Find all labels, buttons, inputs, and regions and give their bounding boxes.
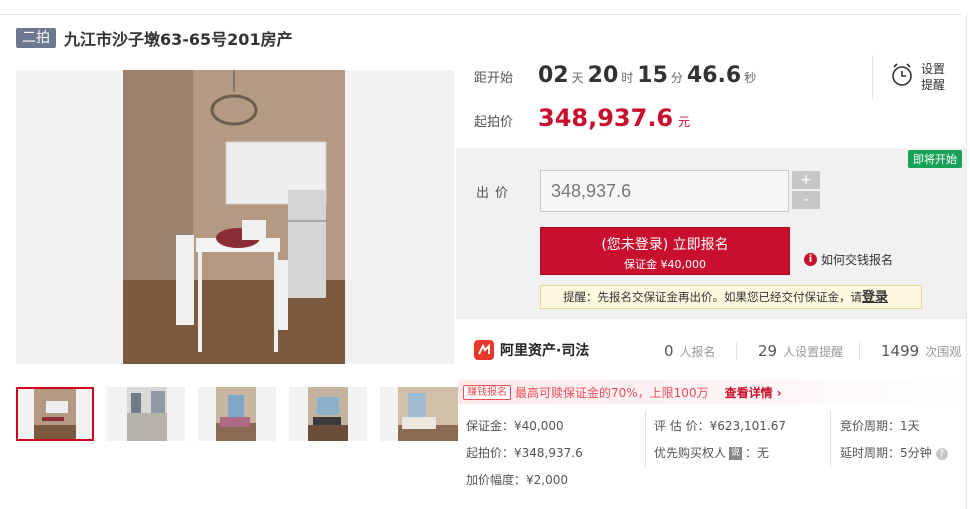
reminder-label-line1: 设置 (921, 62, 946, 76)
deposit-info: 保证金：¥40,000 (466, 419, 564, 433)
brand-name: 阿里资产·司法 (500, 343, 590, 359)
start-price-value: 348,937.6 (538, 104, 674, 132)
title-row: 二拍 九江市沙子墩63-65号201房产 (16, 26, 293, 50)
promo-details-link[interactable]: 查看详情 › (725, 384, 782, 401)
brand-logo: 阿里资产·司法 (474, 340, 589, 360)
signup-count-label: 人报名 (679, 345, 716, 359)
auction-cycle-info: 竞价周期：1天 (840, 419, 920, 433)
priority-buyer-value: ：无 (745, 446, 770, 460)
reminder-label: 设置 提醒 (921, 61, 949, 93)
thumbnail[interactable] (107, 387, 185, 441)
help-question-icon[interactable]: ? (935, 447, 948, 460)
reminder-count: 29 人设置提醒 (758, 342, 843, 360)
main-photo[interactable] (16, 70, 454, 364)
login-tip: 提醒：先报名交保证金再出价。如果您已经交付保证金，请登录 (540, 285, 922, 309)
right-divider (966, 14, 967, 509)
reminder-label-line2: 提醒 (921, 78, 946, 92)
alarm-clock-icon (891, 63, 913, 91)
set-reminder-button[interactable]: 设置 提醒 (872, 55, 962, 99)
bid-panel: 即将开始 出价 348,937.6 + - (您未登录) 立即报名 保证金 ¥4… (456, 148, 966, 319)
countdown-seconds: 46.6 (686, 63, 742, 88)
detail-divider (830, 410, 831, 468)
priority-note-icon[interactable]: 说 (729, 447, 743, 460)
countdown-hours-unit: 时 (621, 71, 634, 85)
delay-cycle-label: 延时周期：5分钟 (840, 446, 932, 460)
decrease-bid-button[interactable]: - (792, 191, 820, 209)
countdown-hours: 20 (587, 63, 619, 88)
promo-banner: 赚钱报名 最高可赎保证金的70%，上限100万 查看详情 › (458, 380, 966, 404)
countdown-minutes: 15 (637, 63, 668, 88)
signup-deposit-label: 保证金 ¥40,000 (624, 258, 706, 271)
delay-cycle-info: 延时周期：5分钟? (840, 444, 948, 461)
increase-bid-button[interactable]: + (792, 171, 820, 189)
thumbnail-strip (16, 387, 458, 443)
signup-count-value: 0 (664, 342, 674, 360)
signup-main-label: (您未登录) 立即报名 (601, 237, 729, 253)
stat-divider (859, 342, 860, 360)
countdown-minutes-unit: 分 (670, 71, 683, 85)
round-tag: 二拍 (16, 28, 56, 48)
view-count-value: 1499 (881, 342, 920, 360)
countdown-days: 02 (538, 63, 569, 88)
login-link[interactable]: 登录 (862, 290, 888, 305)
thumbnail[interactable] (380, 387, 458, 441)
status-badge: 即将开始 (908, 150, 962, 168)
detail-divider (645, 410, 646, 468)
signup-count: 0 人报名 (664, 342, 716, 360)
thumbnail[interactable] (16, 387, 94, 441)
thumbnail[interactable] (289, 387, 367, 441)
priority-buyer-label: 优先购买权人 (654, 446, 727, 460)
priority-buyer-info: 优先购买权人说：无 (654, 444, 769, 461)
reminder-count-value: 29 (758, 342, 778, 360)
how-to-pay-label: 如何交钱报名 (821, 253, 894, 267)
page-title: 九江市沙子墩63-65号201房产 (64, 30, 293, 49)
ali-assets-logo-icon (474, 340, 494, 360)
view-count: 1499 次围观 (881, 342, 961, 360)
login-tip-text: 提醒：先报名交保证金再出价。如果您已经交付保证金，请 (563, 290, 862, 304)
start-price-info: 起拍价：¥348,937.6 (466, 446, 583, 460)
start-price: 起拍价 348,937.6 元 (474, 104, 690, 132)
stats-row: 阿里资产·司法 0 人报名 29 人设置提醒 1499 次围观 (456, 322, 966, 378)
countdown-label: 距开始 (474, 71, 514, 86)
countdown-seconds-unit: 秒 (744, 71, 757, 85)
auction-page: 二拍 九江市沙子墩63-65号201房产 距开始 02 天 20 时 15 分 … (0, 0, 970, 509)
how-to-pay-link[interactable]: i 如何交钱报名 (804, 251, 893, 268)
promo-tag: 赚钱报名 (463, 384, 511, 400)
bid-label: 出价 (476, 186, 515, 201)
countdown-days-unit: 天 (571, 71, 584, 85)
signup-button[interactable]: (您未登录) 立即报名 保证金 ¥40,000 (540, 227, 790, 275)
increment-info: 加价幅度：¥2,000 (466, 473, 568, 487)
promo-text: 最高可赎保证金的70%，上限100万 (515, 385, 709, 400)
view-count-label: 次围观 (925, 345, 962, 359)
start-price-unit: 元 (678, 115, 691, 129)
appraisal-info: 评 估 价：¥623,101.67 (654, 419, 786, 433)
reminder-count-label: 人设置提醒 (783, 345, 844, 359)
bid-amount-input[interactable]: 348,937.6 (540, 170, 789, 212)
info-icon: i (804, 253, 817, 266)
start-price-label: 起拍价 (474, 115, 514, 130)
stat-divider (736, 342, 737, 360)
thumbnail[interactable] (198, 387, 276, 441)
top-divider (0, 14, 962, 15)
countdown: 距开始 02 天 20 时 15 分 46.6 秒 (474, 63, 760, 88)
